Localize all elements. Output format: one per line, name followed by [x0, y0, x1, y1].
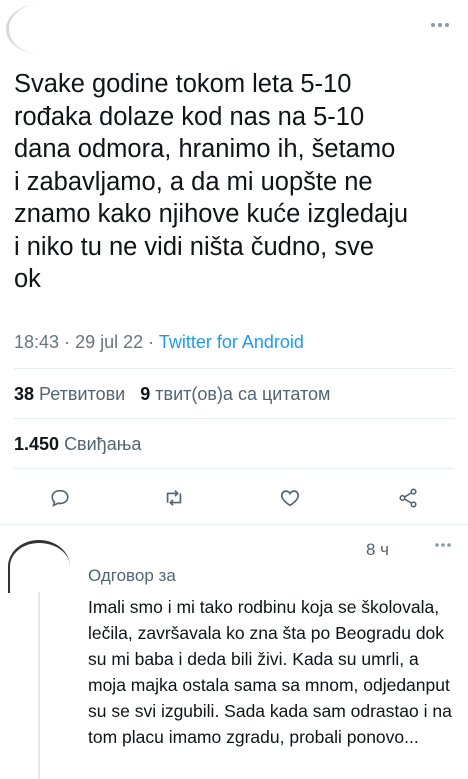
action-bar — [0, 480, 468, 516]
divider — [14, 468, 454, 469]
retweets-count: 38 — [14, 384, 35, 404]
tweet-meta: 18:43 · 29 jul 22 · Twitter for Android — [14, 332, 304, 353]
likes-label: Свиђања — [64, 434, 142, 454]
likes-count: 1.450 — [14, 434, 60, 454]
like-icon[interactable] — [272, 480, 308, 516]
replying-to-label: Одговор за — [88, 566, 176, 585]
meta-separator: · — [148, 332, 155, 352]
divider — [14, 418, 454, 419]
avatar[interactable] — [6, 4, 75, 54]
retweets-stat[interactable]: 38 Ретвитови — [14, 384, 125, 404]
quotes-stat[interactable]: 9 твит(ов)а са цитатом — [140, 384, 330, 404]
thread-line — [38, 592, 40, 779]
reply-text: Imali smo i mi tako rodbinu koja se škol… — [88, 597, 452, 747]
retweet-stats: 38 Ретвитови 9 твит(ов)а са цитатом — [14, 384, 330, 405]
quotes-label: твит(ов)а са цитатом — [155, 384, 331, 404]
likes-stat[interactable]: 1.450 Свиђања — [14, 434, 141, 455]
divider — [14, 368, 454, 369]
tweet-text: Svake godine tokom leta 5-10 rođaka dola… — [14, 70, 409, 293]
retweet-icon[interactable] — [156, 480, 192, 516]
section-divider — [0, 524, 468, 525]
tweet-time[interactable]: 18:43 — [14, 332, 59, 352]
tweet-header — [0, 0, 468, 60]
tweet-date[interactable]: 29 jul 22 — [75, 332, 143, 352]
reply-icon[interactable] — [42, 480, 78, 516]
reply-time[interactable]: 8 ч — [366, 540, 389, 560]
reply-more-icon[interactable] — [434, 535, 452, 553]
quotes-count: 9 — [140, 384, 151, 404]
share-icon[interactable] — [390, 480, 426, 516]
meta-separator: · — [64, 332, 71, 352]
more-icon[interactable] — [430, 12, 450, 33]
reply-avatar[interactable] — [8, 540, 70, 593]
retweets-label: Ретвитови — [39, 384, 126, 404]
tweet-source-link[interactable]: Twitter for Android — [159, 332, 304, 352]
